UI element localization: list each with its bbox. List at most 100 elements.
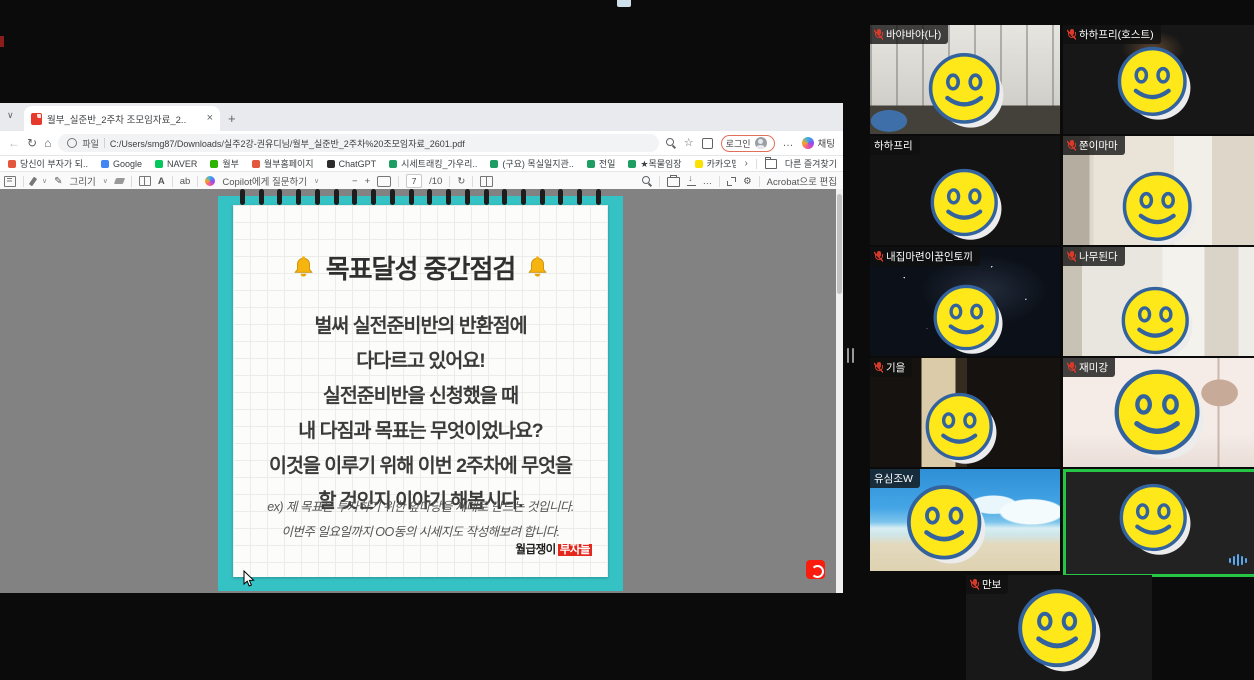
search-icon[interactable] — [666, 138, 676, 148]
read-aloud-icon[interactable]: A — [158, 176, 165, 187]
pdf-more-icon[interactable]: … — [703, 176, 713, 187]
binder-clip-icon — [240, 189, 245, 205]
bell-icon — [525, 255, 550, 280]
other-bookmarks-label[interactable]: 다른 즐겨찾기 — [785, 157, 837, 170]
copilot-chevron-icon[interactable]: ∨ — [314, 177, 319, 185]
participant-tile[interactable]: 하하프리 — [870, 136, 1060, 245]
two-page-view-icon[interactable] — [139, 176, 151, 186]
body-line: 실전준비반을 신청했을 때 — [233, 379, 608, 414]
back-icon[interactable]: ← — [8, 137, 20, 149]
tab-search-chevron-icon[interactable]: ∨ — [7, 111, 16, 120]
participant-name-label: 기을 — [870, 358, 912, 377]
ask-copilot-label[interactable]: Copilot에게 질문하기 — [222, 174, 307, 188]
copilot-icon — [802, 137, 814, 149]
smiley-face-overlay — [1110, 366, 1206, 462]
profile-avatar — [755, 137, 767, 149]
bookmark-favicon — [490, 160, 498, 168]
page-layout-icon[interactable] — [480, 176, 493, 187]
more-menu-icon[interactable]: … — [783, 138, 794, 149]
eraser-icon[interactable] — [114, 178, 125, 184]
bookmark-item[interactable]: 시세트래킹_가우리.. — [389, 157, 477, 170]
pdf-viewport[interactable]: 목표달성 중간점검 벌써 실전준비반의 반환점에 다다르고 있어요! 실전준비반… — [0, 189, 843, 593]
signin-button[interactable]: 로그인 — [721, 135, 775, 152]
participant-tile-active-speaker[interactable] — [1063, 469, 1254, 577]
bookmark-item[interactable]: (구요) 목실일지관.. — [490, 157, 573, 170]
home-icon[interactable]: ⌂ — [44, 137, 51, 149]
scrollbar-thumb[interactable] — [837, 194, 842, 294]
bookmark-item[interactable]: ★목물임장 — [628, 157, 681, 170]
muted-mic-icon — [1067, 362, 1076, 374]
fit-width-icon[interactable] — [377, 176, 391, 187]
favorite-star-icon[interactable]: ☆ — [684, 138, 694, 149]
participant-tile[interactable]: 하하프리(호스트) — [1063, 25, 1254, 134]
notebook-page: 목표달성 중간점검 벌써 실전준비반의 반환점에 다다르고 있어요! 실전준비반… — [233, 205, 608, 577]
zoom-panel-resize-handle[interactable] — [847, 348, 857, 363]
draw-label[interactable]: 그리기 — [70, 174, 96, 188]
muted-mic-icon — [874, 362, 883, 374]
bookmark-favicon — [695, 160, 703, 168]
fullscreen-icon[interactable] — [727, 177, 736, 186]
browser-tab[interactable]: 월부_실준반_2주차 조모임자료_2.. × — [24, 106, 220, 131]
example-line: ex) 제 목표는 투자하기 위한 앞마당을 제대로 만드는 것입니다. — [233, 495, 608, 520]
participant-tile[interactable]: 쭌이마마 — [1063, 136, 1254, 245]
participant-tile[interactable]: 재미강 — [1063, 358, 1254, 467]
zoom-out-icon[interactable]: − — [352, 176, 358, 187]
bookmark-label: 월부홈페이지 — [264, 157, 314, 170]
bookmark-item[interactable]: 당신이 부자가 되.. — [8, 157, 88, 170]
save-icon[interactable] — [687, 177, 696, 186]
address-bar[interactable]: 파일 C:/Users/smg87/Downloads/실주2강-권유디님/월부… — [58, 134, 658, 152]
acrobat-fab-icon[interactable] — [806, 560, 825, 579]
draw-chevron-icon[interactable]: ∨ — [103, 177, 108, 185]
bookmarks-overflow-chevron-icon[interactable]: › — [744, 158, 747, 169]
add-text-icon[interactable]: ab — [180, 176, 191, 187]
pdf-search-icon[interactable] — [642, 176, 652, 186]
bookmark-favicon — [587, 160, 595, 168]
bookmarks-bar-items: 당신이 부자가 되.. Google NAVER 월부 월부홈페이지 ChatGPT 시세트… — [8, 157, 835, 170]
smiley-face-overlay — [1118, 284, 1194, 356]
pdf-scrollbar[interactable] — [836, 189, 843, 593]
bookmark-item[interactable]: 월부홈페이지 — [252, 157, 314, 170]
copilot-chat-button[interactable]: 채팅 — [802, 136, 835, 150]
extensions-icon[interactable] — [702, 138, 713, 149]
tab-close-icon[interactable]: × — [207, 113, 213, 124]
participant-name: 재미강 — [1079, 360, 1108, 375]
bookmark-item[interactable]: 월부 — [210, 157, 239, 170]
zoom-in-icon[interactable]: + — [365, 176, 371, 187]
bookmark-item[interactable]: NAVER — [155, 159, 197, 169]
bookmark-item[interactable]: ChatGPT — [327, 159, 377, 169]
draw-pen-icon[interactable]: ✎ — [54, 176, 62, 187]
screenshare-control-tab[interactable] — [617, 0, 631, 7]
pdf-sidebar-icon[interactable] — [4, 176, 16, 187]
bookmark-item[interactable]: 카카오맵 — [695, 157, 740, 170]
rotate-icon[interactable]: ↻ — [457, 176, 465, 187]
participant-tile[interactable]: 기을 — [870, 358, 1060, 467]
open-in-acrobat-button[interactable]: Acrobat으로 편집 — [767, 174, 837, 188]
participant-tile[interactable]: 유심조W — [870, 469, 1060, 571]
smiley-face-overlay — [1119, 169, 1197, 245]
participant-tile[interactable]: 내집마련이꿈인토끼 — [870, 247, 1060, 356]
body-line: 이것을 이루기 위해 이번 2주차에 무엇을 — [233, 449, 608, 484]
binder-clip-icon — [540, 189, 545, 205]
bookmark-favicon — [628, 160, 636, 168]
print-icon[interactable] — [667, 177, 680, 187]
participant-name: 나무된다 — [1079, 249, 1118, 264]
participant-tile[interactable]: 나무된다 — [1063, 247, 1254, 356]
other-bookmarks-folder-icon — [765, 159, 777, 169]
new-tab-button[interactable]: + — [228, 112, 236, 125]
smiley-face-overlay — [930, 282, 1004, 356]
pdf-settings-icon[interactable]: ⚙ — [743, 176, 752, 187]
highlighter-icon[interactable] — [29, 176, 37, 186]
page-number-input[interactable]: 7 — [406, 174, 422, 188]
smiley-face-overlay — [927, 166, 1003, 242]
participant-tile[interactable]: 바야바야(나) — [870, 25, 1060, 134]
bookmark-item[interactable]: 전일 — [587, 157, 616, 170]
participant-tile[interactable]: 만보 — [966, 575, 1152, 680]
reload-icon[interactable]: ↻ — [27, 137, 37, 149]
bookmark-item[interactable]: Google — [101, 159, 142, 169]
bookmark-favicon — [327, 160, 335, 168]
smiley-face-overlay — [1114, 44, 1192, 122]
browser-actions: ☆ 로그인 … 채팅 — [666, 135, 835, 152]
highlighter-chevron-icon[interactable]: ∨ — [42, 177, 47, 185]
desktop: ∨ 월부_실준반_2주차 조모임자료_2.. × + ← ↻ ⌂ 파일 C:/U… — [0, 0, 1254, 680]
bookmark-favicon — [155, 160, 163, 168]
